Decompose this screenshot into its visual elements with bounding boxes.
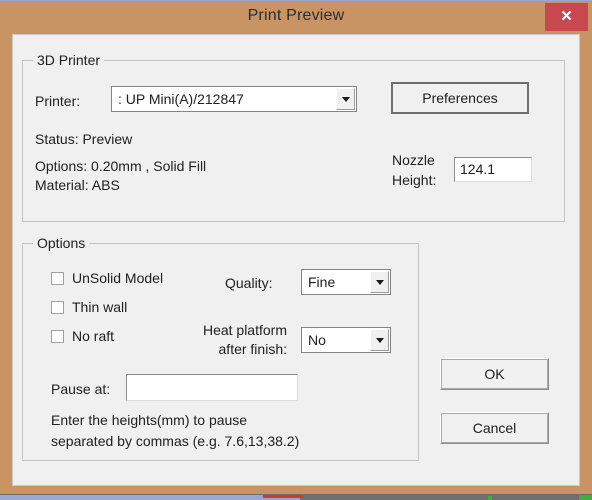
- chevron-down-icon[interactable]: [336, 88, 355, 110]
- background-red-marker: [263, 495, 303, 498]
- background-green-marker-left: [488, 496, 492, 500]
- cancel-button[interactable]: Cancel: [440, 412, 549, 444]
- window-title: Print Preview: [247, 7, 345, 24]
- checkbox-thin-wall-box[interactable]: [51, 300, 64, 314]
- background-taskbar-strip: [300, 495, 592, 500]
- printer-select[interactable]: : UP Mini(A)/212847: [111, 86, 357, 112]
- printer-label: Printer:: [35, 93, 81, 109]
- background-blue-strip: [0, 495, 300, 500]
- checkbox-no-raft-box[interactable]: [51, 329, 64, 343]
- print-preview-dialog: Print Preview ✕ 3D Printer Printer: : UP…: [0, 0, 592, 494]
- checkbox-unsolid-model-label: UnSolid Model: [72, 270, 164, 286]
- quality-select-value: Fine: [308, 274, 336, 290]
- checkbox-thin-wall[interactable]: Thin wall: [51, 299, 127, 315]
- options-groupbox-title: Options: [33, 235, 90, 251]
- background-green-marker-right: [579, 495, 592, 500]
- preferences-button[interactable]: Preferences: [391, 82, 529, 114]
- quality-label: Quality:: [225, 275, 273, 291]
- pause-hint-line2: separated by commas (e.g. 7.6,13,38.2): [51, 433, 300, 449]
- dialog-client-area: 3D Printer Printer: : UP Mini(A)/212847 …: [12, 34, 580, 486]
- pause-at-input[interactable]: [126, 374, 298, 401]
- chevron-down-icon[interactable]: [370, 329, 389, 351]
- close-icon[interactable]: ✕: [545, 3, 588, 31]
- ok-button[interactable]: OK: [440, 358, 549, 390]
- material-label: Material: ABS: [35, 177, 120, 193]
- nozzle-height-label-line2: Height:: [392, 172, 437, 188]
- title-bar: Print Preview ✕: [0, 1, 592, 34]
- pause-at-label: Pause at:: [51, 381, 111, 397]
- checkbox-thin-wall-label: Thin wall: [72, 299, 128, 315]
- nozzle-height-input[interactable]: 124.1: [454, 157, 532, 182]
- print-options-label: Options: 0.20mm , Solid Fill: [35, 158, 207, 174]
- printer-select-value: : UP Mini(A)/212847: [118, 91, 244, 107]
- chevron-down-icon[interactable]: [370, 271, 389, 293]
- heat-platform-label-line1: Heat platform: [202, 322, 287, 338]
- pause-hint-line1: Enter the heights(mm) to pause: [51, 412, 248, 428]
- nozzle-height-label-line1: Nozzle: [392, 152, 435, 168]
- checkbox-unsolid-model-box[interactable]: [51, 271, 64, 285]
- checkbox-unsolid-model[interactable]: UnSolid Model: [51, 270, 163, 286]
- heat-platform-select-value: No: [308, 332, 326, 348]
- heat-platform-select[interactable]: No: [301, 327, 391, 353]
- quality-select[interactable]: Fine: [301, 269, 391, 295]
- checkbox-no-raft-label: No raft: [72, 328, 115, 344]
- status-label: Status: Preview: [35, 131, 133, 147]
- printer-groupbox-title: 3D Printer: [33, 52, 105, 68]
- checkbox-no-raft[interactable]: No raft: [51, 328, 114, 344]
- heat-platform-label-line2: after finish:: [218, 341, 287, 357]
